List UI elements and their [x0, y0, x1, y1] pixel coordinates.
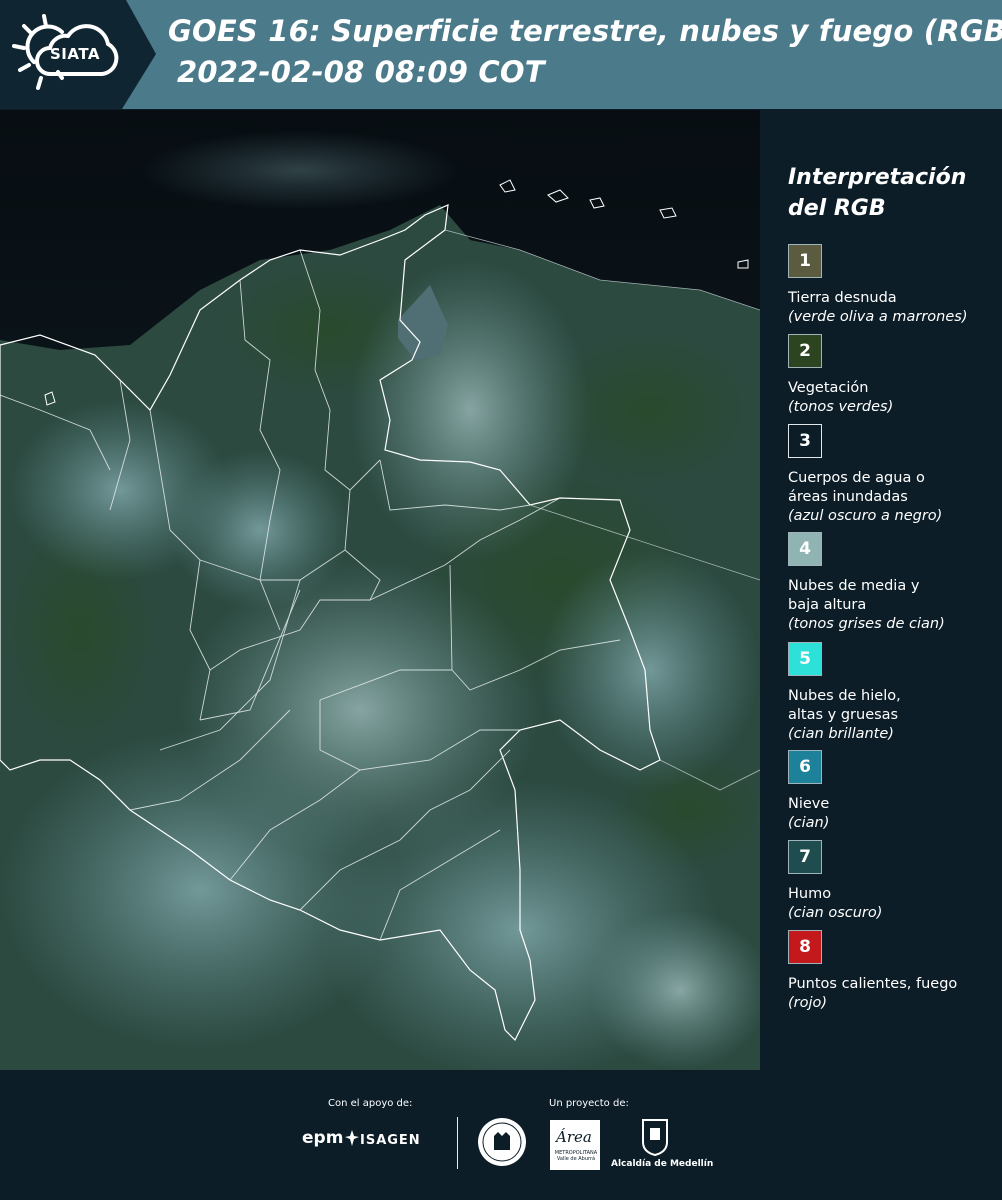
legend-item-mid-low-clouds: 4 Nubes de media y baja altura (tonos gr… [788, 532, 998, 634]
area-metropolitana-logo: Área [550, 1120, 600, 1170]
project-caption: Un proyecto de: [549, 1098, 629, 1109]
legend-swatch: 6 [788, 750, 822, 784]
legend-item-water: 3 Cuerpos de agua o áreas inundadas (azu… [788, 424, 998, 526]
legend-item-snow: 6 Nieve (cian) [788, 750, 998, 833]
alcaldia-shield-icon [642, 1119, 668, 1156]
header: SIATA GOES 16: Superficie terrestre, nub… [0, 0, 1002, 109]
siata-logo-text: SIATA [50, 45, 101, 63]
isagen-logo: ISAGEN [360, 1133, 421, 1148]
area-logo-text: Área [556, 1128, 592, 1146]
satellite-map [0, 110, 760, 1070]
legend-swatch: 1 [788, 244, 822, 278]
legend-description: (rojo) [788, 995, 828, 1011]
legend-number: 4 [799, 539, 811, 559]
legend-number: 8 [799, 937, 811, 957]
support-caption: Con el apoyo de: [328, 1098, 413, 1109]
legend-label: Vegetación [788, 380, 869, 396]
legend-label: Tierra desnuda [788, 290, 897, 306]
legend-swatch: 2 [788, 334, 822, 368]
rgb-legend: Interpretación del RGB 1 Tierra desnuda … [760, 110, 1002, 1070]
legend-description: (cian oscuro) [788, 905, 883, 921]
legend-title-line2: del RGB [788, 196, 886, 221]
legend-label: Humo [788, 886, 832, 902]
legend-item-hotspots: 8 Puntos calientes, fuego (rojo) [788, 930, 998, 1013]
alcaldia-logo-text: Alcaldía de Medellín [611, 1159, 714, 1169]
legend-swatch: 8 [788, 930, 822, 964]
page-title: GOES 16: Superficie terrestre, nubes y f… [168, 14, 1002, 48]
legend-number: 1 [799, 251, 811, 271]
legend-description: (verde oliva a marrones) [788, 309, 968, 325]
legend-item-vegetation: 2 Vegetación (tonos verdes) [788, 334, 998, 417]
epm-logo: epm [302, 1128, 344, 1148]
legend-swatch: 3 [788, 424, 822, 458]
legend-label: Nubes de media y baja altura [788, 578, 920, 613]
legend-label: Puntos calientes, fuego [788, 976, 958, 992]
legend-label: Nieve [788, 796, 830, 812]
legend-swatch: 5 [788, 642, 822, 676]
legend-label: Nubes de hielo, altas y gruesas [788, 688, 901, 723]
legend-description: (cian brillante) [788, 726, 894, 742]
legend-number: 6 [799, 757, 811, 777]
legend-title-line1: Interpretación [788, 165, 967, 190]
legend-number: 3 [799, 431, 811, 451]
legend-number: 5 [799, 649, 811, 669]
legend-number: 7 [799, 847, 811, 867]
legend-description: (azul oscuro a negro) [788, 508, 943, 524]
legend-number: 2 [799, 341, 811, 361]
footer: Con el apoyo de: Un proyecto de: epm ISA… [0, 1070, 1002, 1200]
university-seal-icon [478, 1118, 526, 1166]
page-timestamp: 2022-02-08 08:09 COT [177, 55, 545, 89]
legend-title: Interpretación del RGB [788, 162, 988, 224]
legend-description: (cian) [788, 815, 830, 831]
legend-swatch: 7 [788, 840, 822, 874]
legend-item-smoke: 7 Humo (cian oscuro) [788, 840, 998, 923]
area-logo-subtitle: METROPOLITANA Valle de Aburrá [554, 1150, 598, 1162]
legend-label: Cuerpos de agua o áreas inundadas [788, 470, 925, 505]
legend-description: (tonos verdes) [788, 399, 894, 415]
isagen-logo-icon [345, 1130, 359, 1146]
footer-divider [457, 1117, 458, 1169]
satellite-map-image [0, 110, 760, 1070]
legend-swatch: 4 [788, 532, 822, 566]
legend-description: (tonos grises de cian) [788, 616, 945, 632]
legend-item-bare-soil: 1 Tierra desnuda (verde oliva a marrones… [788, 244, 998, 327]
legend-item-ice-clouds: 5 Nubes de hielo, altas y gruesas (cian … [788, 642, 998, 744]
